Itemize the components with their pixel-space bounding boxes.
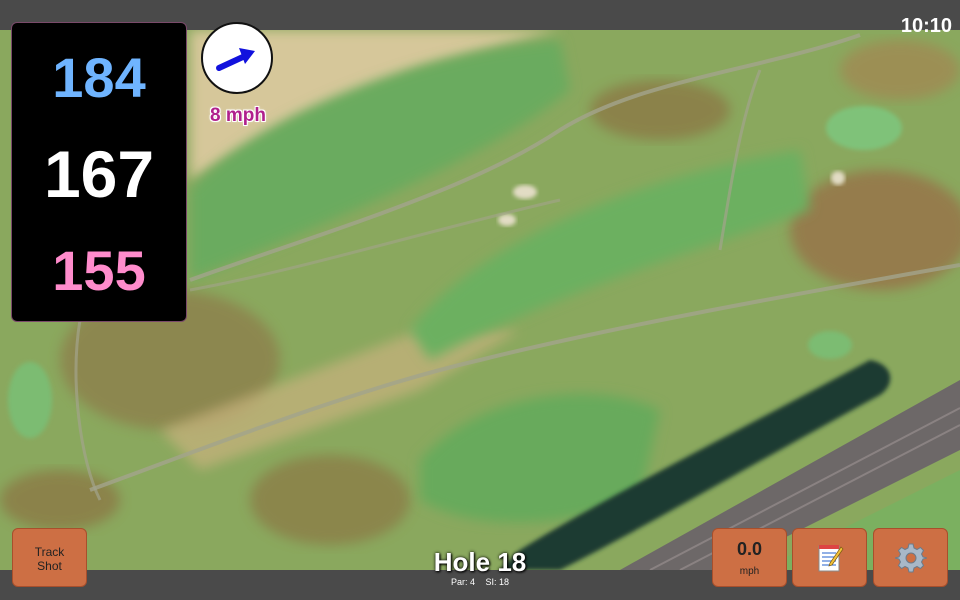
clock: 10:10 xyxy=(900,15,952,37)
front-distance: 155 xyxy=(52,239,146,302)
speed-unit: mph xyxy=(739,566,760,577)
back-distance: 184 xyxy=(52,46,146,109)
speed-value: 0.0 xyxy=(736,539,763,559)
wind-arrow-icon xyxy=(216,48,255,71)
hole-info: Par: 4 SI: 18 xyxy=(380,577,580,587)
gear-icon xyxy=(894,543,927,572)
notes-button[interactable] xyxy=(792,528,867,587)
distance-panel: 184 167 155 xyxy=(11,22,187,322)
hole-title: Hole 18 xyxy=(433,547,527,577)
wind-speed: 8 mph xyxy=(210,105,266,126)
hole-stroke-index: SI: 18 xyxy=(485,577,510,587)
track-shot-button[interactable]: Track Shot xyxy=(12,528,87,587)
settings-button[interactable] xyxy=(873,528,948,587)
speed-button[interactable]: 0.0 mph xyxy=(712,528,787,587)
wind-indicator xyxy=(201,22,273,94)
middle-distance: 167 xyxy=(43,137,155,211)
notepad-icon xyxy=(818,544,843,571)
hole-par: Par: 4 xyxy=(450,577,475,587)
